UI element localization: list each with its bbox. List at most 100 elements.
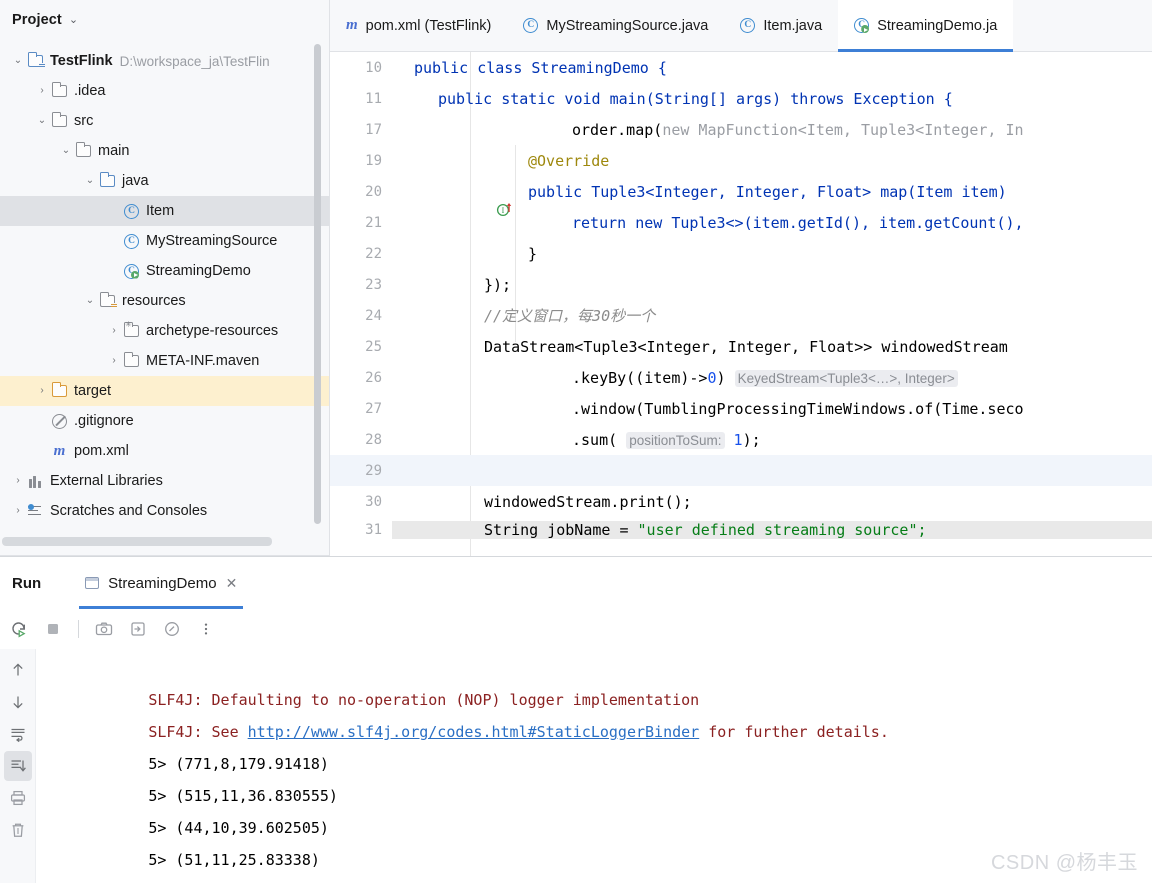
soft-wrap-button[interactable] bbox=[4, 719, 32, 749]
screenshot-button[interactable] bbox=[89, 614, 119, 644]
tree-node-label: java bbox=[122, 173, 149, 189]
twisty-icon[interactable]: › bbox=[34, 86, 50, 96]
scroll-up-button[interactable] bbox=[4, 655, 32, 685]
tree-node-label: resources bbox=[122, 293, 186, 309]
tree-node-mystreamingsource[interactable]: C MyStreamingSource bbox=[0, 226, 329, 256]
code-folded-token[interactable]: new MapFunction<Item, Tuple3<Integer, In bbox=[662, 121, 1023, 139]
scroll-down-button[interactable] bbox=[4, 687, 32, 717]
tree-node-item[interactable]: C Item bbox=[0, 196, 329, 226]
code-editor[interactable]: 10 public class StreamingDemo { 11 publi… bbox=[330, 52, 1152, 556]
tree-node-label: main bbox=[98, 143, 130, 159]
tree-node-label: target bbox=[74, 383, 112, 399]
tree-node-external-libraries[interactable]: › External Libraries bbox=[0, 466, 329, 496]
code-token: .sum( bbox=[572, 430, 618, 449]
tab-item-java[interactable]: C Item.java bbox=[724, 0, 838, 52]
line-number: 10 bbox=[365, 59, 382, 76]
twisty-icon[interactable]: ⌄ bbox=[10, 56, 26, 66]
java-runnable-class-icon: C bbox=[854, 18, 870, 33]
line-number: 28 bbox=[365, 431, 382, 448]
profiler-button[interactable] bbox=[157, 614, 187, 644]
line-number: 19 bbox=[365, 152, 382, 169]
java-class-icon: C bbox=[523, 18, 539, 33]
sidebar-horizontal-scrollbar[interactable] bbox=[2, 537, 272, 546]
inlay-parameter-hint[interactable]: positionToSum: bbox=[626, 431, 725, 449]
thread-dump-button[interactable] bbox=[123, 614, 153, 644]
project-tool-window-header[interactable]: Project ⌄ bbox=[0, 0, 329, 40]
tab-mystreamingsource-java[interactable]: C MyStreamingSource.java bbox=[507, 0, 724, 52]
tree-node-label: .gitignore bbox=[74, 413, 134, 429]
code-text: } bbox=[392, 245, 1152, 263]
watermark: CSDN @杨丰玉 bbox=[990, 852, 1138, 874]
twisty-icon[interactable]: › bbox=[34, 386, 50, 396]
code-text: String jobName = "user defined streaming… bbox=[392, 521, 1152, 539]
code-line: 25 DataStream<Tuple3<Integer, Integer, F… bbox=[330, 331, 1152, 362]
console-output[interactable]: SLF4J: Defaulting to no-operation (NOP) … bbox=[36, 649, 1152, 883]
code-line: 30 windowedStream.print(); bbox=[330, 486, 1152, 517]
tree-node-label: src bbox=[74, 113, 94, 129]
tree-node-scratches-and-consoles[interactable]: › Scratches and Consoles bbox=[0, 496, 329, 526]
tree-node-gitignore[interactable]: .gitignore bbox=[0, 406, 329, 436]
module-icon bbox=[26, 52, 45, 69]
stop-button[interactable] bbox=[38, 614, 68, 644]
console-gutter-toolbar bbox=[0, 649, 36, 883]
tree-node-resources[interactable]: ⌄ resources bbox=[0, 286, 329, 316]
tree-node-pom-xml[interactable]: m pom.xml bbox=[0, 436, 329, 466]
tree-node-java[interactable]: ⌄ java bbox=[0, 166, 329, 196]
print-button[interactable] bbox=[4, 783, 32, 813]
code-text: .sum( positionToSum: 1); bbox=[392, 431, 1152, 449]
tree-node-main[interactable]: ⌄ main bbox=[0, 136, 329, 166]
twisty-icon[interactable]: › bbox=[106, 326, 122, 336]
code-text: order.map(new MapFunction<Item, Tuple3<I… bbox=[392, 121, 1152, 139]
code-token: public static void main(String[] args) t… bbox=[438, 89, 953, 108]
code-token: public Tuple3<Integer, Integer, Float> m… bbox=[528, 182, 1007, 201]
tree-node-archetype-resources[interactable]: › ✳ archetype-resources bbox=[0, 316, 329, 346]
clear-all-button[interactable] bbox=[4, 815, 32, 845]
console-text: SLF4J: Defaulting to no-operation (NOP) … bbox=[148, 691, 700, 709]
tree-node-label: External Libraries bbox=[50, 473, 163, 489]
code-comment: //定义窗口，每30秒一个 bbox=[484, 307, 656, 325]
code-line: 26 .keyBy((item)->0) KeyedStream<Tuple3<… bbox=[330, 362, 1152, 393]
folder-icon bbox=[50, 82, 69, 99]
twisty-icon[interactable]: › bbox=[106, 356, 122, 366]
implementing-method-icon[interactable]: I bbox=[388, 182, 512, 217]
twisty-icon[interactable]: ⌄ bbox=[34, 116, 50, 126]
line-number: 24 bbox=[365, 307, 382, 324]
tab-label: MyStreamingSource.java bbox=[546, 17, 709, 34]
sidebar-vertical-scrollbar[interactable] bbox=[314, 44, 321, 524]
tab-streamingdemo-java[interactable]: C StreamingDemo.ja bbox=[838, 0, 1014, 52]
code-text: .keyBy((item)->0) KeyedStream<Tuple3<…>,… bbox=[392, 369, 1152, 387]
code-line: 22 } bbox=[330, 238, 1152, 269]
tree-node-streamingdemo[interactable]: C StreamingDemo bbox=[0, 256, 329, 286]
close-icon[interactable]: ✕ bbox=[226, 576, 238, 590]
chevron-down-icon[interactable]: ⌄ bbox=[69, 14, 78, 26]
line-number: 31 bbox=[365, 522, 382, 538]
console-text: 5> (515,11,36.830555) bbox=[148, 787, 338, 805]
twisty-icon[interactable]: › bbox=[10, 506, 26, 516]
twisty-icon[interactable]: ⌄ bbox=[58, 146, 74, 156]
tree-node-testflink[interactable]: ⌄ TestFlink D:\workspace_ja\TestFlin bbox=[0, 46, 329, 76]
tree-node-path: D:\workspace_ja\TestFlin bbox=[119, 53, 270, 69]
code-line: 23 }); bbox=[330, 269, 1152, 300]
more-options-button[interactable] bbox=[191, 614, 221, 644]
twisty-icon[interactable]: › bbox=[10, 476, 26, 486]
project-sidebar: Project ⌄ ⌄ TestFlink D:\workspace_ja\Te… bbox=[0, 0, 330, 556]
scroll-to-end-button[interactable] bbox=[3, 751, 32, 781]
code-line: 28 .sum( positionToSum: 1); bbox=[330, 424, 1152, 455]
code-token: public class StreamingDemo { bbox=[414, 58, 667, 77]
code-token: windowedStream.print(); bbox=[484, 492, 692, 511]
tree-node-idea[interactable]: › .idea bbox=[0, 76, 329, 106]
line-number: 26 bbox=[365, 369, 382, 386]
twisty-icon[interactable]: ⌄ bbox=[82, 176, 98, 186]
run-tab-streamingdemo[interactable]: StreamingDemo ✕ bbox=[73, 557, 249, 609]
tree-node-src[interactable]: ⌄ src bbox=[0, 106, 329, 136]
java-runnable-class-icon: C bbox=[122, 263, 141, 279]
tree-node-target[interactable]: › target bbox=[0, 376, 329, 406]
console-url-link[interactable]: http://www.slf4j.org/codes.html#StaticLo… bbox=[248, 723, 700, 741]
rerun-button[interactable] bbox=[4, 614, 34, 644]
tree-node-meta-inf-maven[interactable]: › META-INF.maven bbox=[0, 346, 329, 376]
twisty-icon[interactable]: ⌄ bbox=[82, 296, 98, 306]
line-number: 20 bbox=[365, 183, 382, 200]
inlay-type-hint[interactable]: KeyedStream<Tuple3<…>, Integer> bbox=[734, 369, 958, 387]
tab-pom-xml[interactable]: m pom.xml (TestFlink) bbox=[330, 0, 507, 52]
code-token: ) bbox=[716, 368, 726, 387]
